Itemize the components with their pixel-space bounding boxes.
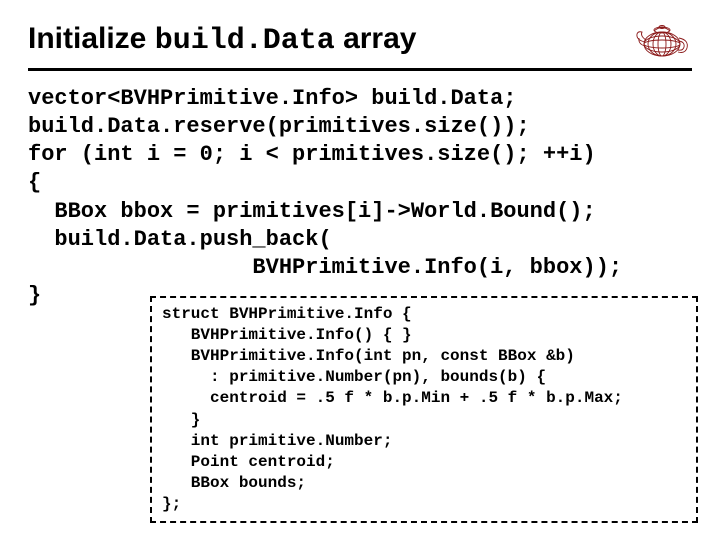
- title-code: build.Data: [155, 24, 335, 58]
- main-code-block: vector<BVHPrimitive.Info> build.Data; bu…: [28, 85, 692, 310]
- header: Initialize build.Data array: [28, 18, 692, 71]
- title-suffix: array: [335, 22, 417, 55]
- struct-definition-box: struct BVHPrimitive.Info { BVHPrimitive.…: [150, 296, 698, 523]
- teapot-icon: [632, 18, 692, 62]
- slide-title: Initialize build.Data array: [28, 22, 416, 58]
- title-prefix: Initialize: [28, 22, 155, 55]
- struct-code-block: struct BVHPrimitive.Info { BVHPrimitive.…: [162, 304, 686, 515]
